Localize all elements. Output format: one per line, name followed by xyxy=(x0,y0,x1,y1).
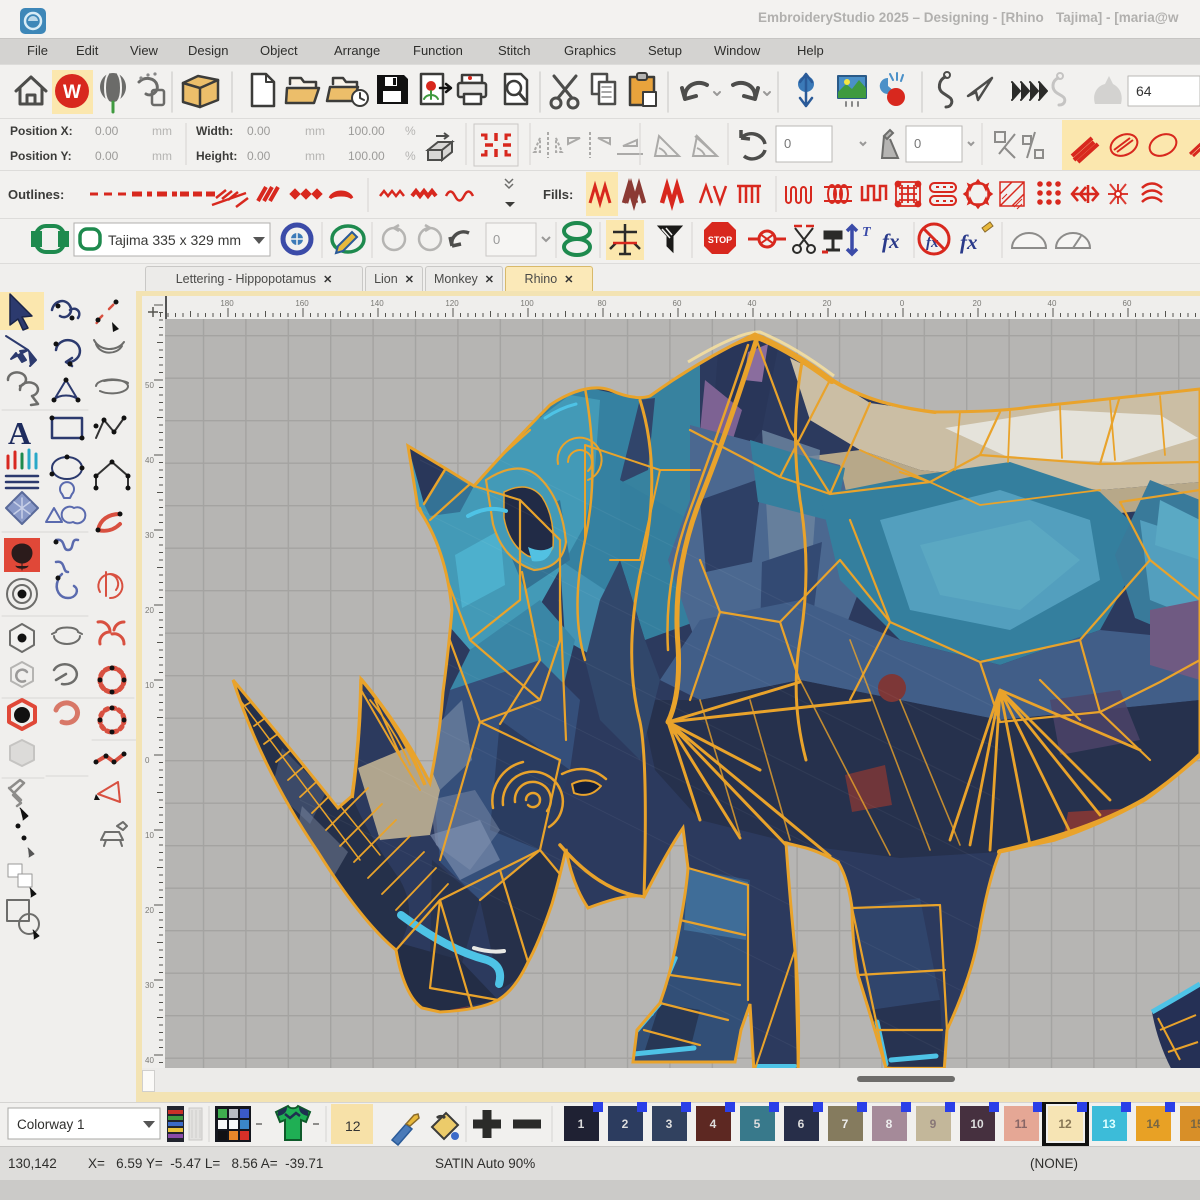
svg-text:12: 12 xyxy=(1058,1117,1072,1131)
svg-text:0: 0 xyxy=(914,136,921,151)
svg-text:50: 50 xyxy=(145,381,154,390)
svg-text:120: 120 xyxy=(445,299,459,308)
svg-text:4: 4 xyxy=(710,1117,717,1131)
svg-text:10: 10 xyxy=(970,1117,984,1131)
svg-text:0.00: 0.00 xyxy=(247,149,271,163)
svg-text:Colorway 1: Colorway 1 xyxy=(17,1117,85,1132)
svg-text:Position Y:: Position Y: xyxy=(10,149,72,163)
svg-text:20: 20 xyxy=(823,299,832,308)
svg-text:20: 20 xyxy=(145,906,154,915)
svg-text:mm: mm xyxy=(152,124,172,138)
svg-text:8: 8 xyxy=(886,1117,893,1131)
svg-text:20: 20 xyxy=(973,299,982,308)
svg-text:Width:: Width: xyxy=(196,124,233,138)
svg-text:15: 15 xyxy=(1190,1117,1200,1131)
svg-text:30: 30 xyxy=(145,531,154,540)
svg-text:%: % xyxy=(405,124,416,138)
svg-text:mm: mm xyxy=(152,149,172,163)
svg-text:10: 10 xyxy=(145,681,154,690)
svg-text:40: 40 xyxy=(145,456,154,465)
svg-text:W: W xyxy=(63,82,81,103)
svg-text:%: % xyxy=(405,149,416,163)
svg-text:20: 20 xyxy=(145,606,154,615)
svg-text:Fills:: Fills: xyxy=(543,187,573,202)
svg-text:mm: mm xyxy=(305,124,325,138)
svg-text:1: 1 xyxy=(578,1117,585,1131)
svg-text:14: 14 xyxy=(1146,1117,1160,1131)
svg-text:mm: mm xyxy=(305,149,325,163)
svg-text:3: 3 xyxy=(666,1117,673,1131)
svg-text:0: 0 xyxy=(784,136,791,151)
svg-text:11: 11 xyxy=(1015,1117,1028,1131)
svg-text:30: 30 xyxy=(145,981,154,990)
svg-text:Position X:: Position X: xyxy=(10,124,73,138)
svg-text:9: 9 xyxy=(930,1117,937,1131)
svg-text:0: 0 xyxy=(900,299,905,308)
svg-text:60: 60 xyxy=(1123,299,1132,308)
svg-text:5: 5 xyxy=(754,1117,761,1131)
svg-text:80: 80 xyxy=(598,299,607,308)
svg-text:0: 0 xyxy=(145,756,150,765)
svg-text:2: 2 xyxy=(622,1117,629,1131)
svg-text:60: 60 xyxy=(673,299,682,308)
svg-text:A: A xyxy=(8,415,31,451)
svg-text:Tajima 335 x 329 mm: Tajima 335 x 329 mm xyxy=(108,232,241,248)
svg-text:100.00: 100.00 xyxy=(348,124,385,138)
svg-text:40: 40 xyxy=(748,299,757,308)
svg-text:10: 10 xyxy=(145,831,154,840)
svg-text:160: 160 xyxy=(295,299,309,308)
svg-text:0.00: 0.00 xyxy=(247,124,271,138)
svg-text:100: 100 xyxy=(520,299,534,308)
svg-text:0.00: 0.00 xyxy=(95,124,119,138)
svg-text:64: 64 xyxy=(1136,83,1152,99)
svg-text:Height:: Height: xyxy=(196,149,237,163)
svg-text:T: T xyxy=(862,225,872,240)
svg-text:7: 7 xyxy=(842,1117,849,1131)
svg-text:fx: fx xyxy=(960,230,978,254)
svg-text:100.00: 100.00 xyxy=(348,149,385,163)
svg-text:0.00: 0.00 xyxy=(95,149,119,163)
svg-text:12: 12 xyxy=(345,1118,361,1134)
svg-text:13: 13 xyxy=(1102,1117,1116,1131)
svg-text:40: 40 xyxy=(145,1056,154,1065)
svg-text:Outlines:: Outlines: xyxy=(8,187,64,202)
svg-text:180: 180 xyxy=(220,299,234,308)
svg-text:40: 40 xyxy=(1048,299,1057,308)
svg-text:0: 0 xyxy=(493,232,500,247)
svg-text:STOP: STOP xyxy=(708,235,732,245)
svg-text:140: 140 xyxy=(370,299,384,308)
svg-text:fx: fx xyxy=(882,229,900,253)
svg-text:6: 6 xyxy=(798,1117,805,1131)
